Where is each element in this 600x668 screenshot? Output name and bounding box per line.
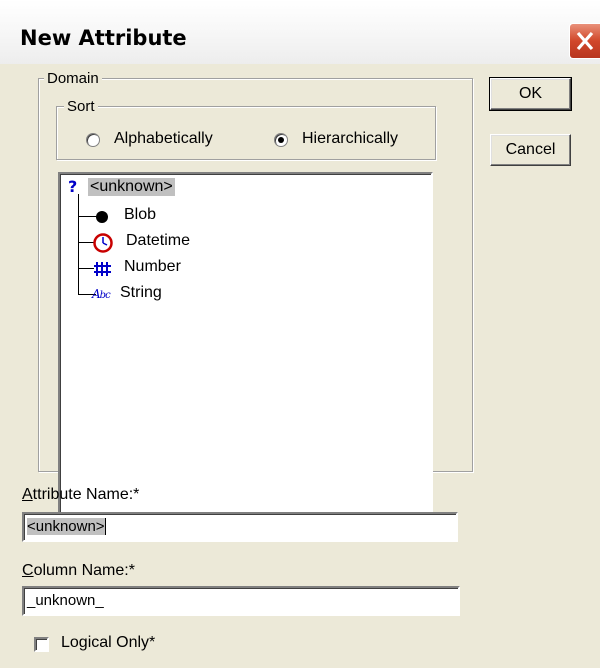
attribute-name-input[interactable]: <unknown> [22,512,458,542]
tree-node-blob[interactable]: Blob [88,206,208,228]
domain-group-label: Domain [44,70,102,87]
logical-only-label: Logical Only* [61,634,156,651]
tree-node-number[interactable]: Number [88,258,228,280]
radio-alphabetically[interactable]: Alphabetically [82,130,252,150]
domain-tree[interactable]: ? <unknown> Blob Datetime Number Abc Str… [58,172,433,523]
ok-button[interactable]: OK [489,77,572,111]
radio-hierarchically-circle[interactable] [274,133,288,147]
radio-hierarchically-label: Hierarchically [302,130,399,147]
tree-node-unknown-label: <unknown> [88,178,175,196]
close-button[interactable] [569,23,600,59]
column-name-label: Column Name:* [22,562,135,580]
attribute-name-accesskey: A [22,486,33,503]
question-icon: ? [68,177,78,196]
column-name-accesskey: C [22,562,34,579]
tree-node-string-label: String [120,284,162,301]
close-icon [576,31,594,51]
cancel-button[interactable]: Cancel [490,134,571,166]
column-name-input[interactable]: _unknown_ [22,586,460,616]
sort-group-label: Sort [64,98,98,115]
column-name-label-text: olumn Name:* [33,562,135,579]
column-name-value: _unknown_ [27,592,104,609]
tree-node-datetime-label: Datetime [126,232,191,249]
tree-node-datetime[interactable]: Datetime [88,232,228,254]
title-bar[interactable]: New Attribute [0,0,600,64]
dialog-window: New Attribute Domain Sort Alphabetically… [0,0,600,668]
radio-hierarchically[interactable]: Hierarchically [270,130,430,150]
dialog-body: Domain Sort Alphabetically Hierarchicall… [0,64,600,668]
blob-icon [96,211,108,223]
tree-node-string[interactable]: Abc String [88,284,228,306]
logical-only-checkbox[interactable]: Logical Only* [34,634,214,656]
attribute-name-label: Attribute Name:* [22,486,139,504]
tree-node-number-label: Number [124,258,181,275]
radio-alphabetically-circle[interactable] [86,133,100,147]
tree-node-blob-label: Blob [124,206,157,223]
window-title: New Attribute [20,26,187,50]
radio-alphabetically-label: Alphabetically [114,130,213,147]
attribute-name-label-text: ttribute Name:* [32,486,140,503]
attribute-name-value: <unknown> [27,518,106,535]
string-icon: Abc [92,287,111,301]
number-icon [94,262,111,276]
clock-icon [93,233,113,253]
logical-only-box[interactable] [34,637,49,652]
